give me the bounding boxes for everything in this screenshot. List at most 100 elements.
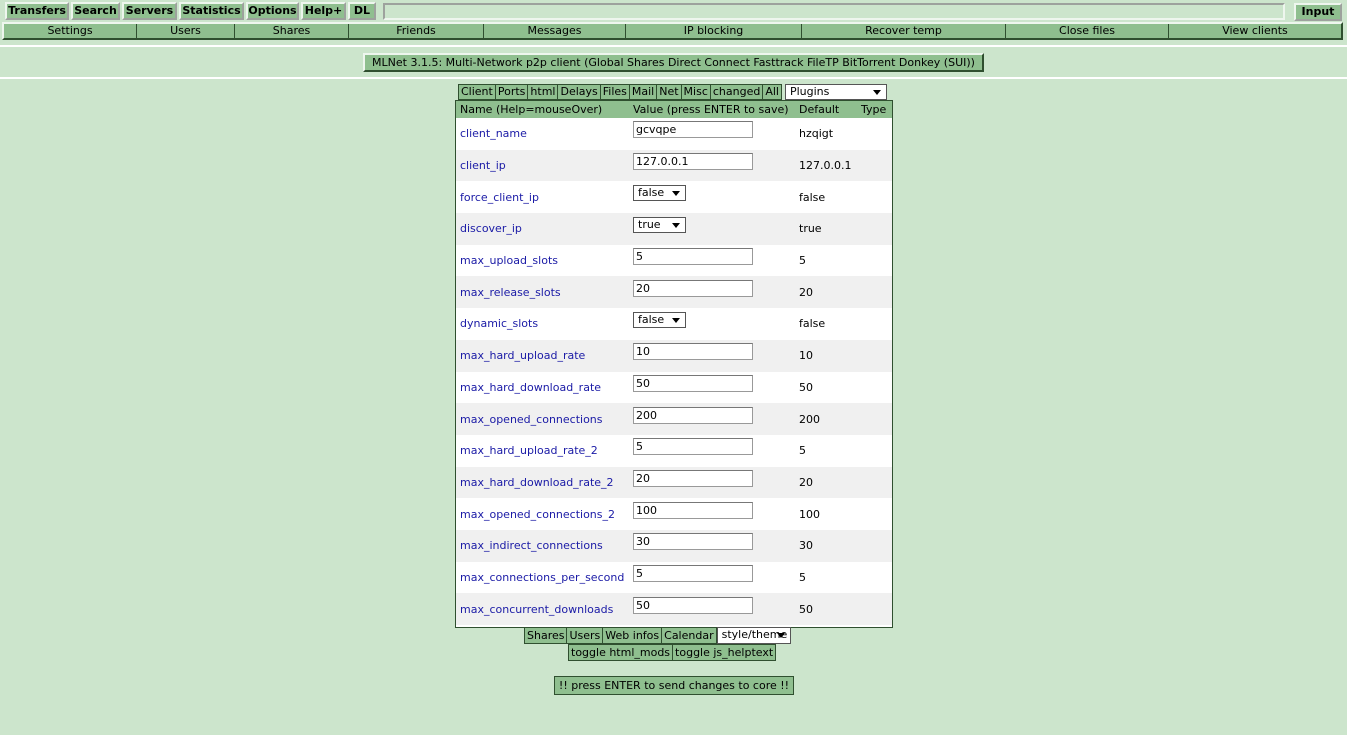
option-default-cell: 50: [795, 593, 857, 625]
tab-net[interactable]: Net: [657, 84, 682, 100]
tab-all[interactable]: All: [763, 84, 782, 100]
option-name-link[interactable]: max_upload_slots: [460, 254, 558, 267]
option-name-cell: client_ip: [456, 149, 629, 182]
option-name-link[interactable]: max_opened_connections_2: [460, 508, 615, 521]
tab-misc[interactable]: Misc: [681, 84, 711, 100]
option-default-cell: 50: [795, 371, 857, 404]
tab-client[interactable]: Client: [458, 84, 496, 100]
servers-button[interactable]: Servers: [122, 2, 177, 20]
table-row: max_hard_download_rate 50: [456, 371, 892, 404]
tab-changed[interactable]: changed: [710, 84, 764, 100]
option-type-cell: [857, 593, 892, 625]
tab-web-infos[interactable]: Web infos: [603, 627, 663, 644]
tab-files[interactable]: Files: [600, 84, 630, 100]
chevron-down-icon: [672, 317, 680, 323]
menu-messages[interactable]: Messages: [484, 24, 626, 38]
option-name-cell: max_hard_download_rate_2: [456, 466, 629, 499]
input-button[interactable]: Input: [1294, 3, 1342, 21]
tab-calendar[interactable]: Calendar: [662, 627, 717, 644]
option-default-cell: 127.0.0.1: [795, 149, 857, 182]
toggle-html-mods-button[interactable]: toggle html_mods: [568, 644, 674, 661]
option-value-input[interactable]: [633, 438, 753, 456]
tab-delays[interactable]: Delays: [558, 84, 601, 100]
toggle-js-helptext-button[interactable]: toggle js_helptext: [673, 644, 777, 661]
menu-users[interactable]: Users: [137, 24, 235, 38]
menu-recover-temp[interactable]: Recover temp: [802, 24, 1006, 38]
option-name-link[interactable]: max_hard_upload_rate_2: [460, 444, 598, 457]
option-name-link[interactable]: max_hard_upload_rate: [460, 349, 585, 362]
transfers-button[interactable]: Transfers: [5, 2, 69, 20]
option-name-link[interactable]: client_name: [460, 127, 527, 140]
option-value-select[interactable]: false: [633, 185, 686, 202]
statistics-button[interactable]: Statistics: [179, 2, 244, 20]
option-value-input[interactable]: [633, 406, 753, 424]
menu-view-clients[interactable]: View clients: [1169, 24, 1341, 38]
help-button[interactable]: Help+: [301, 2, 346, 20]
option-name-link[interactable]: force_client_ip: [460, 191, 539, 204]
option-value-input[interactable]: [633, 533, 753, 551]
option-value-input[interactable]: [633, 596, 753, 614]
option-name-link[interactable]: discover_ip: [460, 222, 522, 235]
dl-button[interactable]: DL: [348, 2, 376, 20]
option-name-cell: max_concurrent_downloads: [456, 593, 629, 625]
header-value: Value (press ENTER to save): [629, 101, 795, 118]
option-value-cell: false: [629, 308, 795, 340]
option-type-cell: [857, 308, 892, 340]
option-value-input[interactable]: [633, 469, 753, 487]
option-default-cell: 5: [795, 434, 857, 467]
option-name-link[interactable]: dynamic_slots: [460, 317, 538, 330]
tab-users[interactable]: Users: [567, 627, 604, 644]
option-value-input[interactable]: [633, 374, 753, 392]
menu-ip-blocking[interactable]: IP blocking: [626, 24, 802, 38]
option-value-select[interactable]: false: [633, 311, 686, 328]
chevron-down-icon: [672, 222, 680, 228]
option-type-cell: [857, 213, 892, 245]
tab-ports[interactable]: Ports: [495, 84, 529, 100]
menu-settings[interactable]: Settings: [4, 24, 137, 38]
option-name-cell: max_hard_upload_rate_2: [456, 434, 629, 467]
options-table: Name (Help=mouseOver) Value (press ENTER…: [456, 101, 892, 625]
option-name-link[interactable]: max_indirect_connections: [460, 539, 603, 552]
option-type-cell: [857, 529, 892, 562]
option-value-input[interactable]: [633, 121, 753, 139]
option-value-input[interactable]: [633, 248, 753, 266]
option-value-input[interactable]: [633, 343, 753, 361]
option-default-cell: false: [795, 181, 857, 214]
option-name-cell: max_hard_upload_rate: [456, 339, 629, 372]
option-type-cell: [857, 149, 892, 182]
style-theme-select[interactable]: style/theme: [716, 627, 791, 644]
option-name-link[interactable]: max_hard_download_rate_2: [460, 476, 614, 489]
table-row: dynamic_slots false false: [456, 308, 892, 340]
option-type-cell: [857, 181, 892, 214]
search-button[interactable]: Search: [71, 2, 120, 20]
plugins-select[interactable]: Plugins: [784, 84, 887, 100]
tab-html[interactable]: html: [528, 84, 559, 100]
option-value-input[interactable]: [633, 501, 753, 519]
table-row: max_opened_connections 200: [456, 403, 892, 435]
tab-shares[interactable]: Shares: [524, 627, 568, 644]
command-input[interactable]: [383, 3, 1285, 20]
option-name-link[interactable]: client_ip: [460, 159, 506, 172]
option-value-cell: [629, 149, 795, 182]
menu-friends[interactable]: Friends: [349, 24, 484, 38]
option-name-link[interactable]: max_connections_per_second: [460, 571, 624, 584]
option-value-cell: [629, 403, 795, 435]
menu-shares[interactable]: Shares: [235, 24, 349, 38]
option-value-input[interactable]: [633, 279, 753, 297]
option-value-input[interactable]: [633, 153, 753, 171]
option-default-cell: 200: [795, 403, 857, 435]
options-button[interactable]: Options: [246, 2, 299, 20]
option-name-link[interactable]: max_hard_download_rate: [460, 381, 601, 394]
chevron-down-icon: [672, 191, 680, 197]
option-value-select[interactable]: true: [633, 216, 686, 233]
option-name-link[interactable]: max_opened_connections: [460, 413, 603, 426]
option-default-cell: 30: [795, 529, 857, 562]
option-value-input[interactable]: [633, 564, 753, 582]
menu-close-files[interactable]: Close files: [1006, 24, 1169, 38]
option-default-cell: 10: [795, 339, 857, 372]
option-name-link[interactable]: max_release_slots: [460, 286, 561, 299]
option-default-cell: 20: [795, 276, 857, 309]
option-name-link[interactable]: max_concurrent_downloads: [460, 603, 613, 616]
tab-mail[interactable]: Mail: [629, 84, 658, 100]
option-name-cell: max_opened_connections_2: [456, 498, 629, 530]
